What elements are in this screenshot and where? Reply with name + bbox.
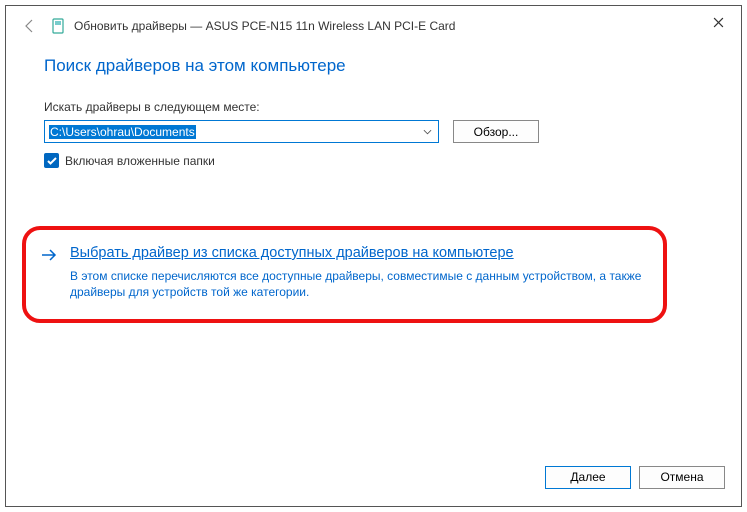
include-subfolders-label: Включая вложенные папки (65, 154, 215, 168)
include-subfolders-checkbox[interactable] (44, 153, 59, 168)
path-label: Искать драйверы в следующем месте: (44, 100, 703, 114)
dialog-window: Обновить драйверы — ASUS PCE-N15 11n Wir… (5, 5, 742, 507)
next-button[interactable]: Далее (545, 466, 631, 489)
pick-from-list-option[interactable]: Выбрать драйвер из списка доступных драй… (22, 226, 667, 323)
device-icon (50, 18, 66, 34)
browse-button[interactable]: Обзор... (453, 120, 539, 143)
arrow-right-icon (40, 244, 58, 301)
window-title: Обновить драйверы — ASUS PCE-N15 11n Wir… (74, 19, 455, 33)
close-button[interactable] (703, 10, 733, 34)
option-description: В этом списке перечисляются все доступны… (70, 268, 645, 302)
chevron-down-icon[interactable] (418, 121, 436, 142)
footer: Далее Отмена (6, 458, 741, 506)
content-area: Поиск драйверов на этом компьютере Искат… (6, 46, 741, 458)
cancel-button[interactable]: Отмена (639, 466, 725, 489)
page-heading: Поиск драйверов на этом компьютере (44, 56, 703, 76)
path-value: C:\Users\ohrau\Documents (49, 125, 196, 139)
option-title[interactable]: Выбрать драйвер из списка доступных драй… (70, 244, 645, 264)
back-button[interactable] (18, 14, 42, 38)
path-combobox[interactable]: C:\Users\ohrau\Documents (44, 120, 439, 143)
titlebar: Обновить драйверы — ASUS PCE-N15 11n Wir… (6, 6, 741, 46)
